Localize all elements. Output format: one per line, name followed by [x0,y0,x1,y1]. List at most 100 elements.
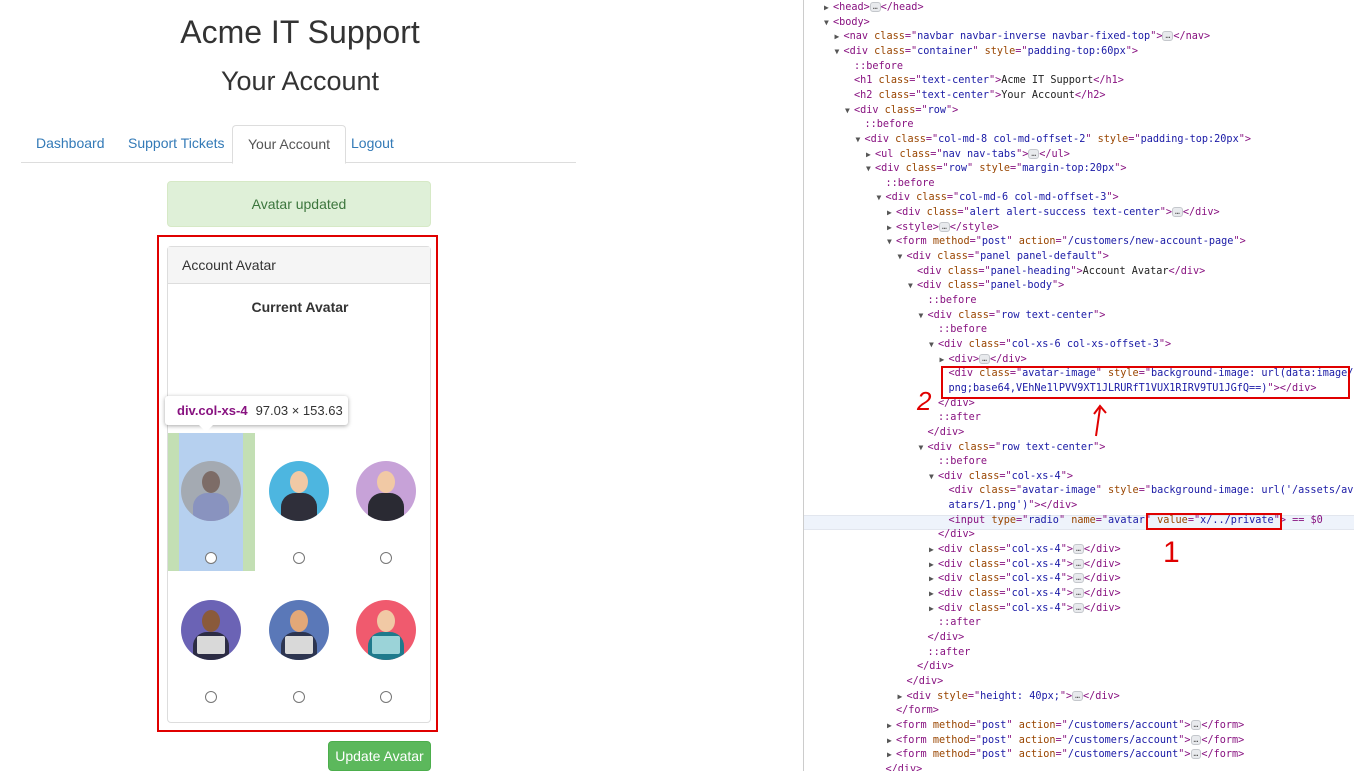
tab-dashboard[interactable]: Dashboard [21,125,120,163]
expand-right-icon[interactable]: ▶ [887,748,896,762]
expand-down-icon[interactable]: ▼ [866,162,875,176]
dom-node-line[interactable]: ::before [845,60,903,74]
expand-down-icon[interactable]: ▼ [929,470,938,484]
dom-node-line[interactable]: ▶ <div style="height: 40px;">… </div> [898,690,1120,704]
expand-right-icon[interactable]: ▶ [887,719,896,733]
expand-right-icon[interactable]: ▶ [824,1,833,15]
dom-node-line[interactable]: ▶ <div class="col-xs-4">… </div> [929,558,1121,572]
dom-node-line[interactable]: ▼ <div class="col-md-6 col-md-offset-3"> [877,191,1119,205]
tab-support-tickets[interactable]: Support Tickets [113,125,240,163]
expand-right-icon[interactable]: ▶ [929,602,938,616]
dom-node-line[interactable]: ▼ <div class="container" style="padding-t… [835,45,1138,59]
dom-node-line[interactable]: </div> [919,426,965,440]
ellipsis-icon[interactable]: … [1190,734,1202,745]
expand-down-icon[interactable]: ▼ [824,16,833,30]
expand-down-icon[interactable]: ▼ [887,235,896,249]
tab-logout[interactable]: Logout [336,125,409,163]
dom-node-line[interactable]: ▶ <style>… </style> [887,221,999,235]
dom-node-line[interactable]: ▶ <div>… </div> [940,353,1027,367]
expand-right-icon[interactable]: ▶ [887,734,896,748]
dom-node-line[interactable]: <h1 class="text-center">Acme IT Support<… [845,74,1124,88]
ellipsis-icon[interactable]: … [1162,31,1174,42]
expand-down-icon[interactable]: ▼ [919,441,928,455]
dom-node-line[interactable]: ::after [919,646,971,660]
expand-right-icon[interactable]: ▶ [835,30,844,44]
expand-down-icon[interactable]: ▼ [835,45,844,59]
ellipsis-icon[interactable]: … [869,2,881,12]
dom-node-line[interactable]: ::before [919,294,977,308]
dom-node-line[interactable]: ▶ <ul class="nav nav-tabs">… </ul> [866,148,1070,162]
dom-node-line[interactable]: </div> [908,660,954,674]
dom-node-line[interactable]: ▶ <div class="col-xs-4">… </div> [929,572,1121,586]
ellipsis-icon[interactable]: … [1072,690,1083,701]
dom-node-line[interactable]: </div> [877,763,923,771]
expand-down-icon[interactable]: ▼ [898,250,907,264]
dom-node-line[interactable]: ::before [929,323,987,337]
dom-node-line[interactable]: <h2 class="text-center">Your Account</h2… [845,89,1106,103]
dom-token: height: 40px; [980,690,1060,702]
dom-node-line[interactable]: ▶ <nav class="navbar navbar-inverse navba… [835,30,1210,44]
dom-node-line[interactable]: ▶ <form method="post" action="/customers/… [887,748,1244,762]
dom-node-line[interactable]: ::before [929,455,987,469]
dom-node-line[interactable]: ▼ <div class="row text-center"> [919,441,1106,455]
dom-node-line[interactable]: </div> [898,675,944,689]
dom-node-line[interactable]: ▼ <div class="panel-body"> [908,279,1064,293]
expand-down-icon[interactable]: ▼ [856,133,865,147]
expand-right-icon[interactable]: ▶ [929,572,938,586]
expand-right-icon[interactable]: ▶ [940,353,949,367]
dom-node-line[interactable]: ▼ <div class="col-xs-4"> [929,470,1073,484]
dom-token: <style> [896,221,939,233]
dom-node-line[interactable]: ▶ <div class="alert alert-success text-ce… [887,206,1220,220]
ellipsis-icon[interactable]: … [1072,573,1084,584]
dom-node-line[interactable]: ▶ <form method="post" action="/customers/… [887,719,1244,733]
dom-node-line[interactable]: ▼ <div class="panel panel-default"> [898,250,1109,264]
dom-node-line[interactable]: ::before [877,177,935,191]
update-avatar-button[interactable]: Update Avatar [328,741,431,771]
ellipsis-icon[interactable]: … [1072,544,1084,555]
dom-node-line[interactable]: ::after [929,411,981,425]
tab-your-account[interactable]: Your Account [232,125,346,164]
expand-down-icon[interactable]: ▼ [877,191,886,205]
expand-right-icon[interactable]: ▶ [929,543,938,557]
expand-right-icon[interactable]: ▶ [887,221,896,235]
dom-node-line[interactable]: </div> [919,631,965,645]
expand-right-icon[interactable]: ▶ [929,587,938,601]
ellipsis-icon[interactable]: … [1072,602,1084,613]
dom-node-line[interactable]: ▼ <div class="row text-center"> [919,309,1106,323]
dom-node-line[interactable]: </div> [929,528,975,542]
expand-right-icon[interactable]: ▶ [887,206,896,220]
expand-right-icon[interactable]: ▶ [898,690,907,704]
dom-node-line[interactable]: ▼ <div class="row" style="margin-top:20px… [866,162,1127,176]
expand-right-icon[interactable]: ▶ [929,558,938,572]
expand-down-icon[interactable]: ▼ [919,309,928,323]
ellipsis-icon[interactable]: … [1190,719,1202,730]
dom-node-line[interactable]: ▼ <div class="col-md-8 col-md-offset-2" s… [856,133,1251,147]
dom-node-line[interactable]: ▶ <head>… </head> [824,1,924,15]
dom-node-line[interactable]: ▶ <div class="col-xs-4">… </div> [929,602,1121,616]
ellipsis-icon[interactable]: … [1172,207,1183,218]
ellipsis-icon[interactable]: … [1072,588,1084,598]
dom-node-line[interactable]: <div class="panel-heading">Account Avata… [908,265,1205,279]
expand-down-icon[interactable]: ▼ [929,338,938,352]
dom-node-line[interactable]: </form> [887,704,939,718]
ellipsis-icon[interactable]: … [1028,148,1040,159]
dom-node-line[interactable]: ▼ <form method="post" action="/customers/… [887,235,1246,249]
dom-node-line[interactable]: ▼ <body> [824,16,870,30]
expand-right-icon[interactable]: ▶ [866,148,875,162]
dom-node-line[interactable]: ▶ <div class="col-xs-4">… </div> [929,543,1121,557]
dom-node-line[interactable]: ▼ <div class="col-xs-6 col-xs-offset-3"> [929,338,1171,352]
dom-node-line[interactable]: ::after [929,616,981,630]
ellipsis-icon[interactable]: … [979,353,990,364]
dom-node-line[interactable]: ::before [856,118,914,132]
ellipsis-icon[interactable]: … [1072,558,1084,569]
expand-down-icon[interactable]: ▼ [845,104,854,118]
expand-down-icon[interactable]: ▼ [908,279,917,293]
dom-node-line[interactable]: ▼ <div class="row"> [845,104,958,118]
dom-node-line[interactable]: ▶ <div class="col-xs-4">… </div> [929,587,1121,601]
ellipsis-icon[interactable]: … [938,221,950,232]
dom-node-line[interactable]: <div class="avatar-image" style="backgro… [940,484,1354,498]
dom-node-line[interactable]: ▶ <form method="post" action="/customers/… [887,734,1244,748]
dom-node-line[interactable]: atars/1.png')"></div> [940,499,1078,513]
dom-token: </div> [927,426,965,438]
ellipsis-icon[interactable]: … [1190,749,1202,760]
